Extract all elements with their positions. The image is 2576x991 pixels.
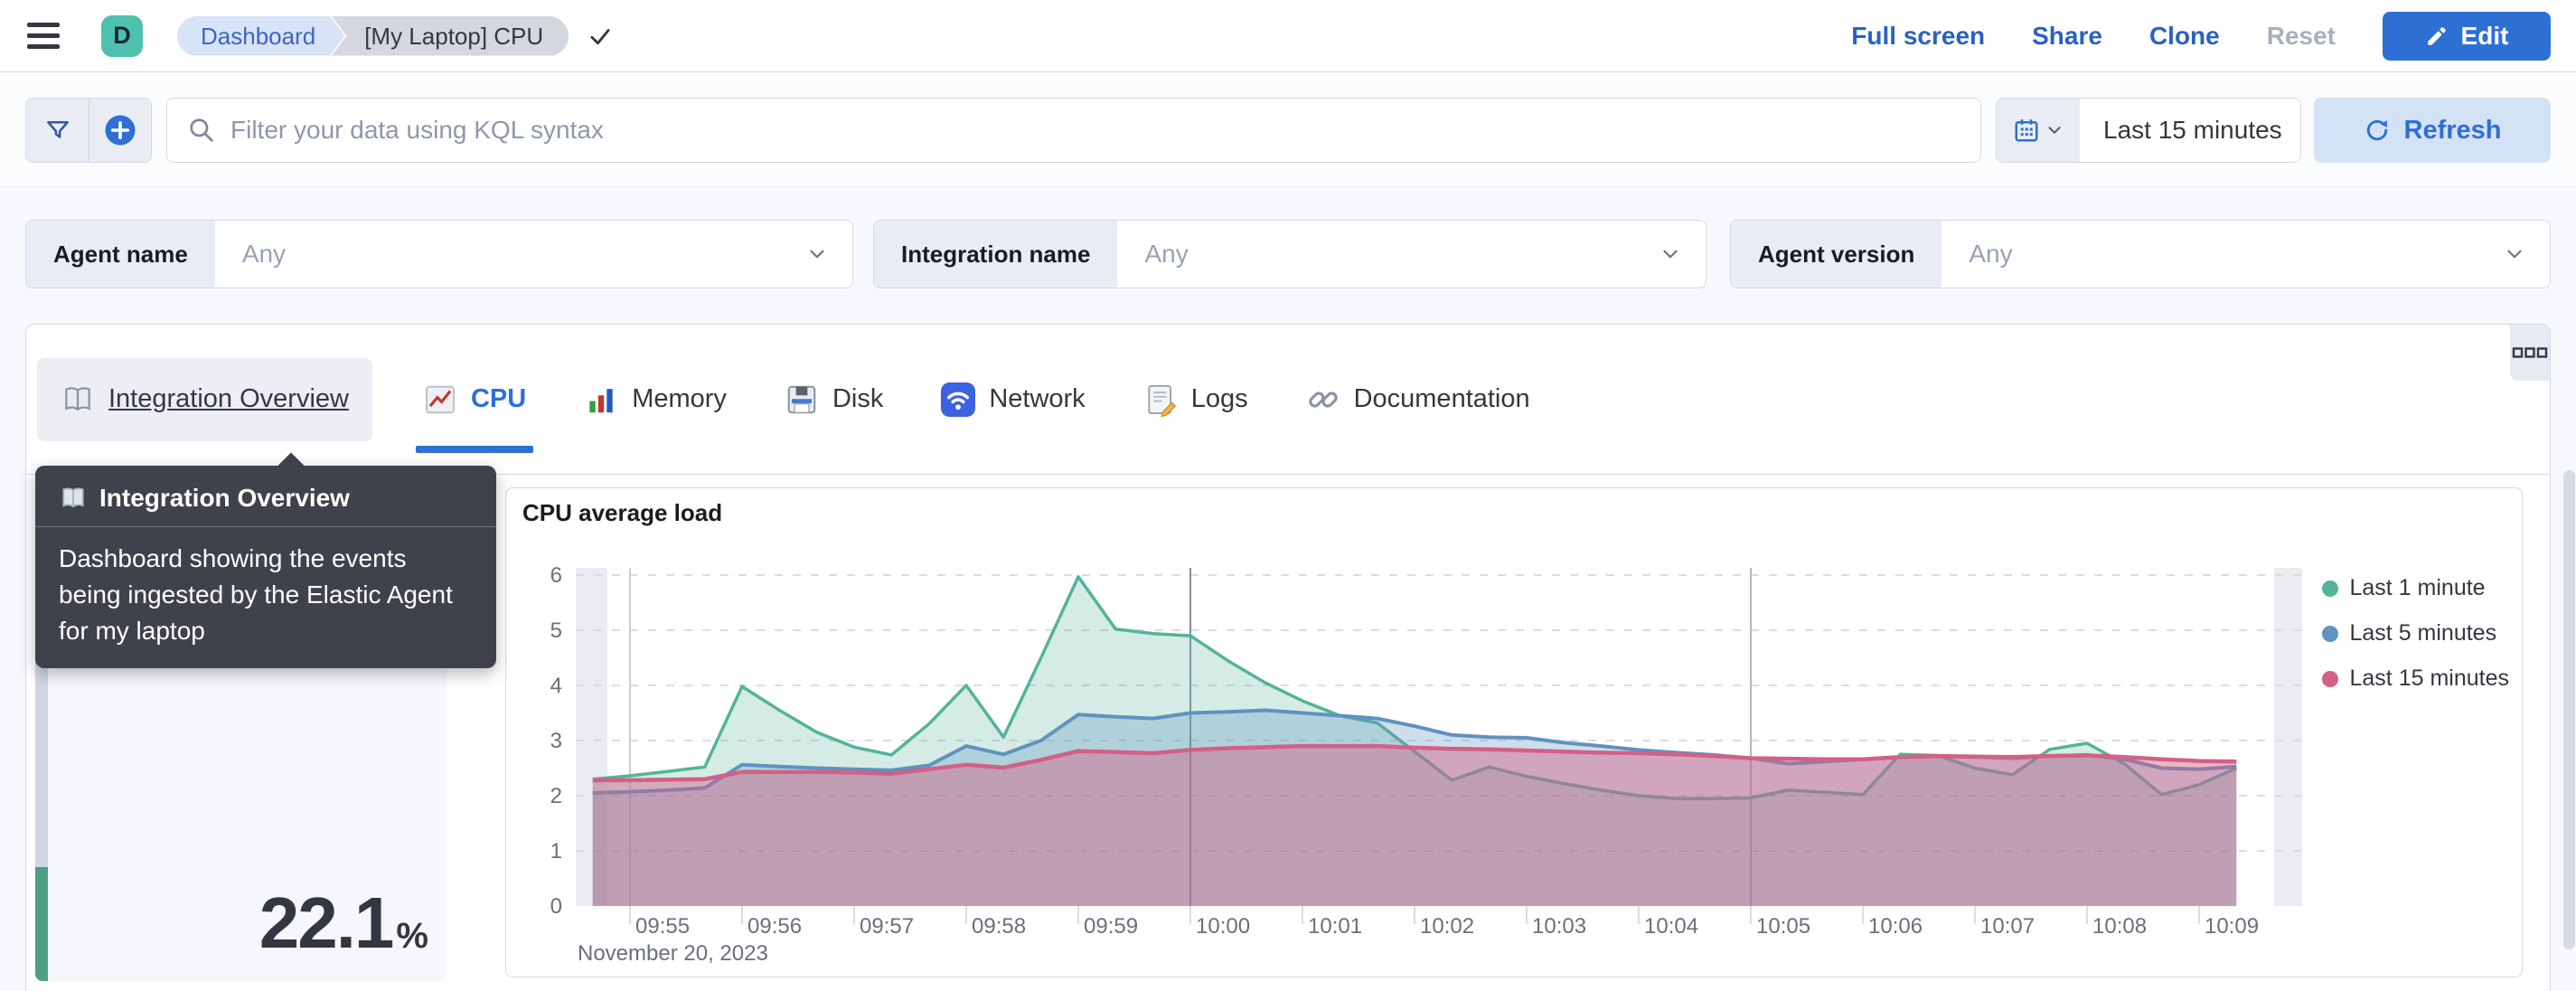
- page-scrollbar[interactable]: [2563, 470, 2575, 949]
- space-avatar[interactable]: D: [101, 14, 143, 57]
- book-icon: [61, 382, 95, 417]
- svg-text:10:02: 10:02: [1420, 914, 1474, 939]
- calendar-dropdown[interactable]: [1997, 99, 2080, 162]
- refresh-icon: [2364, 117, 2391, 144]
- breadcrumb-dashboard[interactable]: Dashboard: [177, 16, 344, 56]
- svg-text:10:07: 10:07: [1980, 914, 2035, 939]
- floppy-disk-icon: [785, 382, 819, 417]
- tab-logs[interactable]: Logs: [1136, 358, 1255, 441]
- chevron-down-icon: [2045, 120, 2064, 140]
- svg-text:3: 3: [550, 729, 562, 753]
- dashboard-controls-row: Agent name Any Integration name Any Agen…: [0, 188, 2576, 324]
- svg-text:10:05: 10:05: [1756, 914, 1810, 939]
- svg-text:09:57: 09:57: [860, 914, 914, 939]
- reset-button: Reset: [2266, 21, 2336, 50]
- tab-tooltip: Integration Overview Dashboard showing t…: [35, 452, 496, 669]
- breadcrumb-current[interactable]: [My Laptop] CPU: [332, 15, 569, 56]
- edit-button[interactable]: Edit: [2383, 11, 2551, 61]
- filter-funnel-icon[interactable]: [26, 99, 89, 162]
- markdown-nav-tabs: Integration Overview CPU Memory Disk Net…: [26, 325, 2550, 475]
- svg-text:10:08: 10:08: [2092, 914, 2147, 939]
- query-toolbar: Last 15 minutes Refresh: [0, 73, 2576, 187]
- link-icon: [1306, 382, 1340, 417]
- svg-text:09:59: 09:59: [1084, 914, 1138, 939]
- legend-dot: [2321, 625, 2338, 642]
- panel-options-button[interactable]: [2510, 325, 2550, 381]
- legend-item-last-15-minutes[interactable]: Last 15 minutes: [2321, 665, 2509, 692]
- time-range-picker[interactable]: Last 15 minutes: [1996, 98, 2301, 163]
- tab-cpu[interactable]: CPU: [415, 358, 534, 453]
- svg-text:4: 4: [550, 674, 562, 698]
- svg-text:2: 2: [550, 784, 562, 808]
- svg-text:09:55: 09:55: [635, 914, 690, 939]
- svg-text:10:01: 10:01: [1308, 914, 1362, 939]
- chart-legend: Last 1 minute Last 5 minutes Last 15 min…: [2321, 575, 2510, 692]
- tab-disk[interactable]: Disk: [777, 358, 890, 441]
- breadcrumb: Dashboard [My Laptop] CPU: [177, 15, 612, 56]
- svg-text:10:09: 10:09: [2205, 914, 2259, 939]
- legend-dot: [2321, 580, 2338, 597]
- filter-button-group: [25, 98, 152, 163]
- svg-text:09:56: 09:56: [747, 914, 802, 939]
- wifi-icon: [941, 382, 976, 417]
- kql-search-bar: [166, 98, 1981, 163]
- legend-item-last-5-minutes[interactable]: Last 5 minutes: [2321, 620, 2510, 647]
- share-button[interactable]: Share: [2032, 22, 2102, 51]
- tooltip-title: Integration Overview: [35, 466, 496, 526]
- clone-button[interactable]: Clone: [2149, 22, 2220, 51]
- cpu-average-load-panel: CPU average load 0 1 2 3 4 5 6 09:55 09:56 09:57 0…: [505, 487, 2523, 977]
- memo-icon: [1143, 382, 1178, 417]
- top-header: D Dashboard [My Laptop] CPU Full screen …: [0, 0, 2576, 72]
- header-actions: Full screen Share Clone Reset Edit: [1851, 11, 2551, 61]
- full-screen-button[interactable]: Full screen: [1851, 22, 1985, 51]
- svg-text:0: 0: [550, 894, 562, 919]
- refresh-button[interactable]: Refresh: [2314, 98, 2551, 163]
- svg-text:10:03: 10:03: [1532, 914, 1586, 939]
- chevron-down-icon: [805, 221, 829, 288]
- svg-text:10:04: 10:04: [1644, 914, 1698, 939]
- pencil-icon: [2425, 24, 2449, 48]
- book-icon: [62, 487, 84, 508]
- svg-text:10:06: 10:06: [1868, 914, 1923, 939]
- time-range-value[interactable]: Last 15 minutes: [2080, 99, 2300, 162]
- tab-integration-overview[interactable]: Integration Overview: [37, 357, 372, 441]
- metric-value: 22.1 %: [259, 882, 428, 963]
- chevron-down-icon: [1659, 221, 1682, 288]
- check-icon: [588, 24, 612, 48]
- tooltip-description: Dashboard showing the events being inges…: [59, 544, 453, 645]
- svg-text:November 20, 2023: November 20, 2023: [578, 941, 768, 966]
- kql-search-input[interactable]: [230, 116, 1980, 145]
- line-chart-icon: [423, 382, 457, 417]
- bar-chart-icon: [584, 382, 618, 417]
- calendar-icon: [2013, 117, 2040, 144]
- add-filter-button[interactable]: [89, 99, 151, 162]
- chevron-down-icon: [2503, 221, 2526, 288]
- tab-memory[interactable]: Memory: [577, 358, 734, 441]
- tab-network[interactable]: Network: [934, 358, 1092, 441]
- svg-text:6: 6: [550, 563, 562, 588]
- cpu-load-area-chart[interactable]: 0 1 2 3 4 5 6 09:55 09:56 09:57 09:58 09:59 10:00 10:…: [506, 488, 2524, 978]
- svg-text:10:00: 10:00: [1196, 914, 1250, 939]
- svg-text:5: 5: [550, 618, 562, 643]
- legend-item-last-1-minute[interactable]: Last 1 minute: [2321, 575, 2510, 601]
- agent-name-dropdown[interactable]: Agent name Any: [25, 220, 853, 288]
- search-icon: [187, 116, 216, 145]
- dashboard-container: Integration Overview CPU Memory Disk Net…: [25, 324, 2551, 991]
- svg-text:09:58: 09:58: [972, 914, 1026, 939]
- tab-documentation[interactable]: Documentation: [1299, 358, 1537, 441]
- legend-dot: [2321, 670, 2338, 687]
- integration-name-dropdown[interactable]: Integration name Any: [873, 220, 1706, 288]
- svg-text:1: 1: [550, 839, 562, 864]
- agent-version-dropdown[interactable]: Agent version Any: [1730, 220, 2551, 288]
- menu-icon[interactable]: [27, 16, 67, 56]
